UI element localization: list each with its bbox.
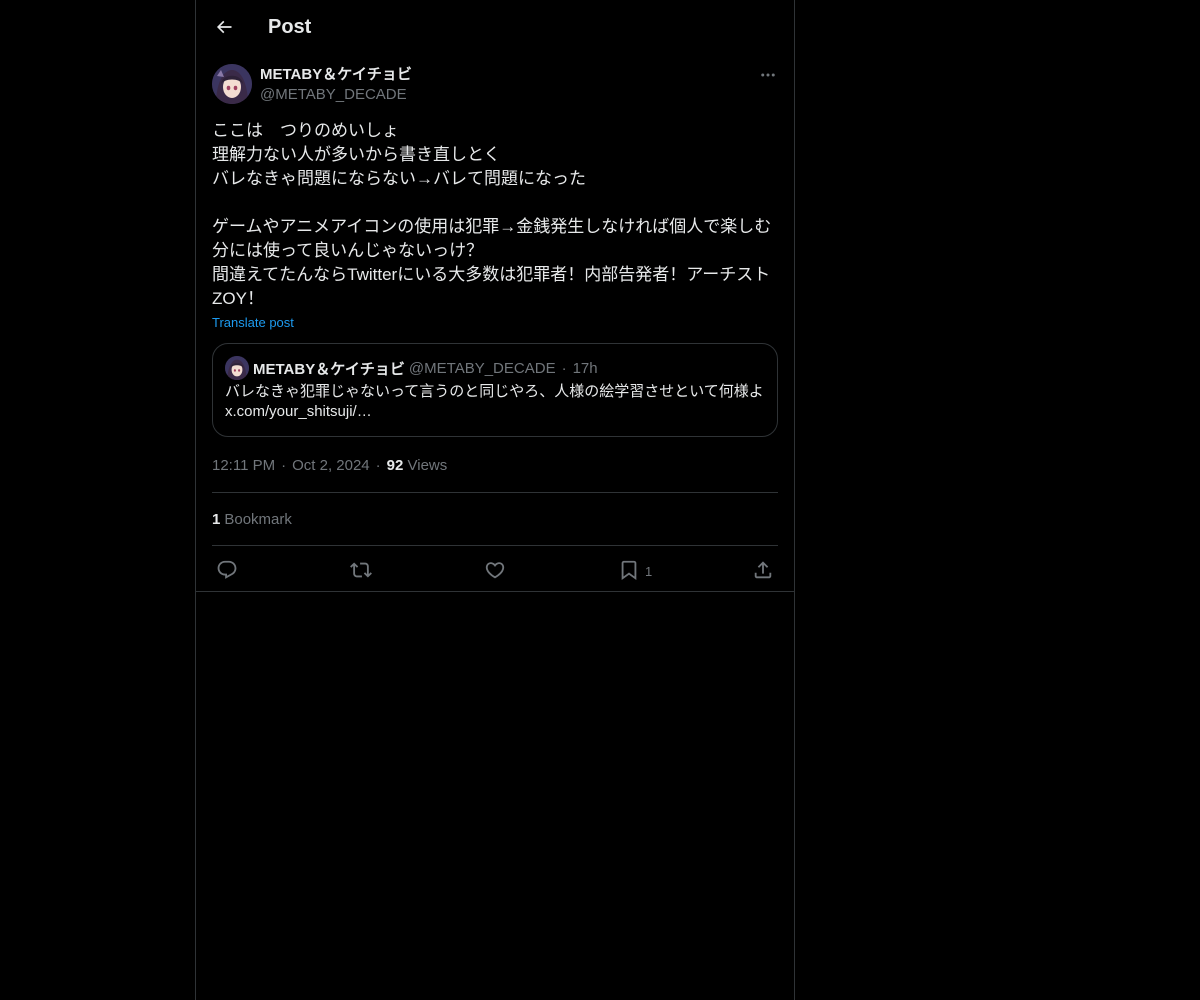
post-time[interactable]: 12:11 PM bbox=[212, 457, 275, 474]
repost-icon bbox=[350, 562, 372, 578]
avatar-image bbox=[212, 64, 252, 104]
meta-separator-2: · bbox=[375, 457, 381, 474]
header: Post bbox=[196, 0, 794, 53]
action-bar: 1 bbox=[212, 546, 778, 593]
bookmark-count: 1 bbox=[645, 564, 653, 579]
quoted-post-header: METABY＆ケイチョビ @METABY_DECADE · 17h bbox=[225, 356, 765, 380]
page-title: Post bbox=[268, 16, 312, 38]
quoted-post[interactable]: METABY＆ケイチョビ @METABY_DECADE · 17h バレなきゃ犯… bbox=[212, 343, 778, 437]
quoted-separator: · bbox=[561, 359, 567, 377]
post-meta: 12:11 PM · Oct 2, 2024 · 92 Views bbox=[212, 456, 778, 476]
like-icon bbox=[485, 562, 505, 579]
bookmark-stat-count: 1 bbox=[212, 510, 221, 528]
meta-separator: · bbox=[281, 457, 287, 474]
author-row: METABY＆ケイチョビ @METABY_DECADE bbox=[212, 64, 778, 106]
back-arrow-icon bbox=[216, 20, 232, 34]
post-column: Post METABY＆ケイチョビ @METABY_DECADE ここは つりの… bbox=[195, 0, 795, 1000]
post-bottom-divider bbox=[196, 591, 794, 592]
reply-button[interactable] bbox=[216, 558, 238, 582]
avatar[interactable] bbox=[212, 64, 252, 104]
back-button[interactable] bbox=[207, 10, 241, 44]
bookmark-stat-label: Bookmark bbox=[224, 510, 292, 528]
share-button[interactable] bbox=[752, 558, 774, 582]
quoted-avatar-image bbox=[225, 356, 249, 380]
more-button[interactable] bbox=[758, 65, 778, 85]
views-label: Views bbox=[407, 457, 448, 474]
quoted-avatar bbox=[225, 356, 249, 380]
bookmark-button[interactable]: 1 bbox=[618, 558, 652, 582]
quoted-author-handle: @METABY_DECADE bbox=[408, 359, 556, 377]
more-icon bbox=[761, 73, 775, 77]
quoted-time: 17h bbox=[572, 359, 598, 377]
author-handle[interactable]: @METABY_DECADE bbox=[260, 85, 407, 105]
repost-button[interactable] bbox=[350, 558, 372, 582]
quoted-text: バレなきゃ犯罪じゃないって言うのと同じやろ、人様の絵学習させといて何様よ x.c… bbox=[225, 383, 764, 420]
quoted-author-name: METABY＆ケイチョビ bbox=[253, 360, 405, 378]
views-count: 92 bbox=[386, 457, 404, 474]
post-date[interactable]: Oct 2, 2024 bbox=[292, 457, 370, 474]
translate-post-link[interactable]: Translate post bbox=[212, 313, 294, 333]
share-icon bbox=[754, 561, 772, 579]
like-button[interactable] bbox=[484, 558, 506, 582]
author-name[interactable]: METABY＆ケイチョビ bbox=[260, 65, 412, 85]
bookmark-stats[interactable]: 1 Bookmark bbox=[212, 493, 778, 545]
reply-icon bbox=[217, 560, 237, 579]
post-text: ここは つりのめいしょ 理解力ない人が多いから書き直しとく バレなきゃ問題になら… bbox=[212, 121, 772, 308]
bookmark-icon bbox=[621, 560, 637, 581]
post: METABY＆ケイチョビ @METABY_DECADE ここは つりのめいしょ … bbox=[212, 64, 778, 593]
